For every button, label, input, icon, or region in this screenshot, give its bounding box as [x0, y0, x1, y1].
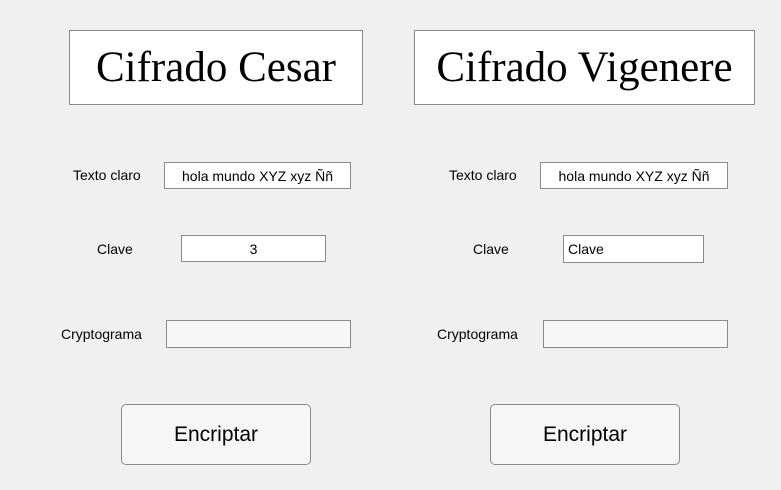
caesar-title: Cifrado Cesar	[69, 30, 363, 105]
vigenere-encrypt-button[interactable]: Encriptar	[490, 404, 680, 465]
caesar-cryptogram-output[interactable]	[166, 320, 351, 348]
caesar-encrypt-button[interactable]: Encriptar	[121, 404, 311, 465]
caesar-cryptogram-label: Cryptograma	[61, 326, 142, 342]
caesar-plaintext-label: Texto claro	[73, 167, 141, 183]
vigenere-cryptogram-label: Cryptograma	[437, 326, 518, 342]
vigenere-key-input[interactable]	[563, 235, 704, 263]
caesar-key-input[interactable]	[181, 235, 326, 262]
caesar-key-label: Clave	[97, 241, 133, 257]
vigenere-plaintext-label: Texto claro	[449, 167, 517, 183]
vigenere-key-label: Clave	[473, 241, 509, 257]
caesar-plaintext-input[interactable]	[164, 162, 351, 189]
vigenere-title: Cifrado Vigenere	[414, 30, 755, 105]
vigenere-cryptogram-output[interactable]	[543, 320, 728, 348]
vigenere-plaintext-input[interactable]	[540, 162, 728, 189]
